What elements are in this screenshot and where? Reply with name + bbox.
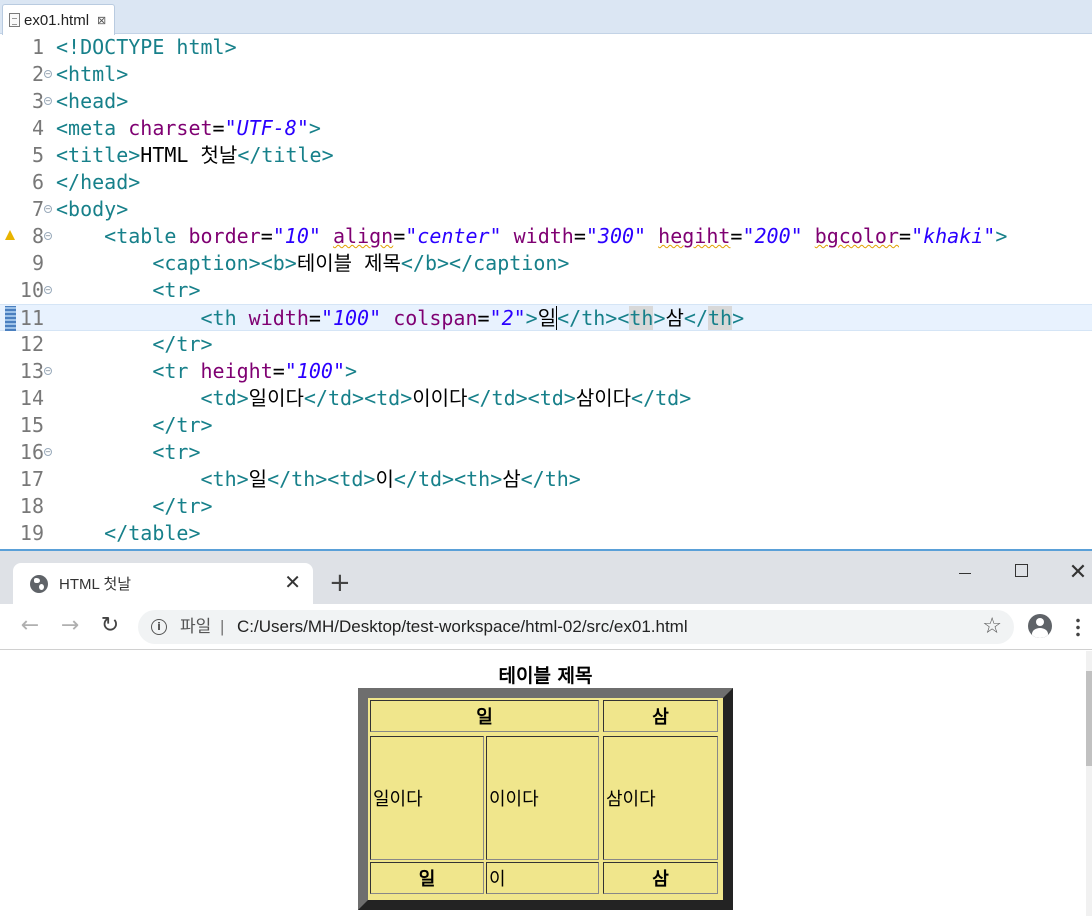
- line-number: 19: [19, 521, 44, 545]
- code-line: 19 </table>: [0, 520, 1092, 547]
- fold-icon[interactable]: −: [44, 205, 52, 213]
- browser-title-bar: HTML 첫날 ✕ + ✕: [0, 551, 1092, 604]
- line-number: 18: [19, 494, 44, 518]
- scrollbar-thumb[interactable]: [1086, 671, 1092, 766]
- window-close-button[interactable]: ✕: [1055, 557, 1092, 589]
- line-number: 9: [31, 251, 44, 275]
- line-number: 16: [19, 440, 44, 464]
- new-tab-button[interactable]: +: [329, 569, 351, 597]
- kebab-menu-icon[interactable]: [1076, 617, 1080, 637]
- url-scheme-label: 파일: [180, 617, 212, 636]
- code-editor[interactable]: ex01.html ⊠ 1 <!DOCTYPE html> 2 − <html>…: [0, 0, 1092, 549]
- code-line: 10 − <tr>: [0, 277, 1092, 304]
- line-number: 11: [19, 306, 44, 330]
- bookmark-star-icon[interactable]: ☆: [982, 610, 1002, 644]
- code-line: 18 </tr>: [0, 493, 1092, 520]
- line-number: 3: [31, 89, 44, 113]
- code-text-area[interactable]: 1 <!DOCTYPE html> 2 − <html> 3 − <head> …: [0, 34, 1092, 549]
- html-file-icon: [9, 13, 20, 27]
- code-line: 12 </tr>: [0, 331, 1092, 358]
- table-caption: 테이블 제목: [498, 665, 593, 687]
- khaki-table: 일 삼 일이다 이이다 삼이다 일 이 삼: [358, 688, 733, 910]
- table-data-cell: 이: [486, 862, 599, 894]
- line-number: 15: [19, 413, 44, 437]
- code-line: 9 <caption><b>테이블 제목</b></caption>: [0, 250, 1092, 277]
- vertical-scrollbar[interactable]: [1086, 651, 1092, 916]
- line-number: 8: [31, 224, 44, 248]
- editor-tab-close-icon[interactable]: ⊠: [97, 14, 106, 27]
- line-number: 6: [31, 170, 44, 194]
- reload-icon[interactable]: ↻: [96, 612, 124, 640]
- fold-icon[interactable]: −: [44, 232, 52, 240]
- line-number: 17: [19, 467, 44, 491]
- fold-icon[interactable]: −: [44, 70, 52, 78]
- browser-toolbar: ← → ↻ i 파일 | C:/Users/MH/Desktop/test-wo…: [0, 604, 1092, 650]
- line-number: 4: [31, 116, 44, 140]
- code-line: 6 </head>: [0, 169, 1092, 196]
- table-data-cell: 일이다: [370, 736, 484, 860]
- forward-arrow-icon[interactable]: →: [56, 612, 84, 640]
- code-line: 15 </tr>: [0, 412, 1092, 439]
- browser-tab-title: HTML 첫날: [59, 576, 132, 593]
- editor-tab-ex01[interactable]: ex01.html ⊠: [2, 4, 115, 35]
- line-number: 12: [19, 332, 44, 356]
- info-icon[interactable]: i: [151, 619, 167, 635]
- browser-window: HTML 첫날 ✕ + ✕ ← → ↻ i 파일 | C:/Users/MH/D…: [0, 551, 1092, 916]
- line-number: 14: [19, 386, 44, 410]
- editor-tab-label: ex01.html: [24, 11, 90, 29]
- code-line-current: 11 <th width="100" colspan="2">일</th><th…: [0, 304, 1092, 331]
- code-line: 1 <!DOCTYPE html>: [0, 34, 1092, 61]
- code-line: 16 − <tr>: [0, 439, 1092, 466]
- fold-icon[interactable]: −: [44, 286, 52, 294]
- url-separator: |: [220, 617, 225, 636]
- line-number: 1: [31, 35, 44, 59]
- address-bar[interactable]: i 파일 | C:/Users/MH/Desktop/test-workspac…: [138, 610, 1014, 644]
- code-line: 14 <td>일이다</td><td>이이다</td><td>삼이다</td>: [0, 385, 1092, 412]
- table-header-cell: 삼: [603, 700, 718, 732]
- table-header-cell: 일: [370, 862, 484, 894]
- browser-tab[interactable]: HTML 첫날 ✕: [13, 563, 313, 604]
- minimize-button[interactable]: [942, 557, 988, 589]
- table-data-cell: 이이다: [486, 736, 599, 860]
- table-header-cell: 삼: [603, 862, 718, 894]
- code-line: 5 <title>HTML 첫날</title>: [0, 142, 1092, 169]
- table-header-cell: 일: [370, 700, 599, 732]
- fold-icon[interactable]: −: [44, 97, 52, 105]
- code-line: 17 <th>일</th><td>이</td><th>삼</th>: [0, 466, 1092, 493]
- line-number: 2: [31, 62, 44, 86]
- line-number: 13: [19, 359, 44, 383]
- maximize-button[interactable]: [998, 557, 1044, 589]
- line-number: 5: [31, 143, 44, 167]
- tab-close-icon[interactable]: ✕: [284, 572, 301, 594]
- code-line: 2 − <html>: [0, 61, 1092, 88]
- table-data-cell: 삼이다: [603, 736, 718, 860]
- fold-icon[interactable]: −: [44, 448, 52, 456]
- globe-icon: [30, 574, 48, 593]
- profile-avatar-icon[interactable]: [1028, 614, 1052, 638]
- url-text[interactable]: C:/Users/MH/Desktop/test-workspace/html-…: [237, 610, 688, 644]
- line-number: 7: [31, 197, 44, 221]
- code-line: 3 − <head>: [0, 88, 1092, 115]
- back-arrow-icon[interactable]: ←: [16, 612, 44, 640]
- code-line: 7 − <body>: [0, 196, 1092, 223]
- editor-tab-bar: ex01.html ⊠: [0, 0, 1092, 35]
- page-viewport: 테이블 제목 일 삼 일이다 이이다 삼이다 일 이 삼: [0, 651, 1092, 916]
- line-number: 10: [19, 278, 44, 302]
- code-line: 8 − <table border="10" align="center" wi…: [0, 223, 1092, 250]
- code-line: 13 − <tr height="100">: [0, 358, 1092, 385]
- fold-icon[interactable]: −: [44, 367, 52, 375]
- code-line: 4 <meta charset="UTF-8">: [0, 115, 1092, 142]
